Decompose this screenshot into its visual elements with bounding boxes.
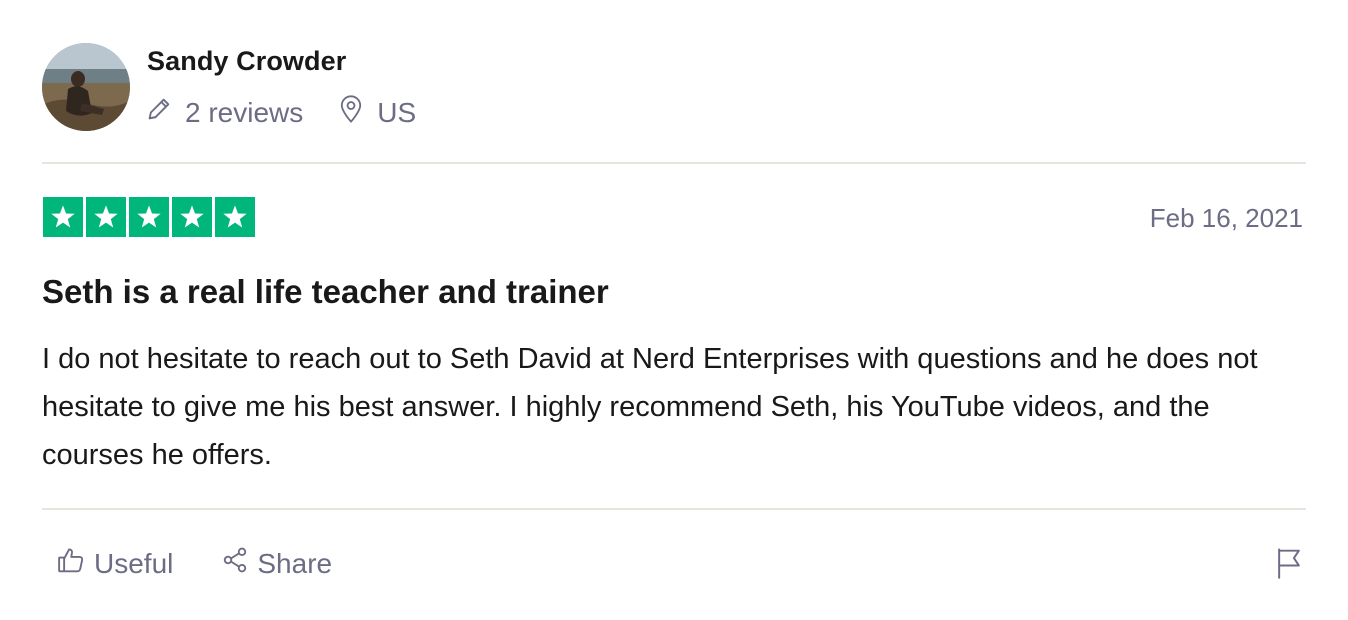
useful-label: Useful (94, 547, 174, 579)
share-label: Share (257, 547, 333, 579)
review-card: Sandy Crowder 2 reviews US Feb 16, 2021 … (0, 0, 1348, 620)
report-button[interactable] (1274, 547, 1304, 584)
reviewer-name[interactable]: Sandy Crowder (147, 46, 346, 77)
avatar[interactable] (42, 43, 130, 131)
star-icon (43, 197, 83, 237)
star-icon (129, 197, 169, 237)
reviews-count: 2 reviews (145, 95, 303, 130)
review-date: Feb 16, 2021 (1149, 203, 1303, 233)
share-icon (221, 546, 257, 581)
star-icon (86, 197, 126, 237)
reviewer-location: US (337, 94, 416, 131)
map-pin-icon (337, 94, 377, 131)
flag-icon (1274, 548, 1304, 583)
star-rating (43, 197, 255, 237)
divider (42, 162, 1306, 164)
useful-button[interactable]: Useful (56, 545, 173, 582)
review-title[interactable]: Seth is a real life teacher and trainer (42, 273, 609, 311)
divider (42, 508, 1306, 510)
share-button[interactable]: Share (221, 546, 332, 581)
star-icon (215, 197, 255, 237)
avatar-photo (42, 43, 130, 131)
reviewer-meta: 2 reviews US (145, 94, 416, 131)
review-actions: Useful Share (56, 545, 332, 582)
thumbs-up-icon (56, 545, 94, 582)
review-body: I do not hesitate to reach out to Seth D… (42, 343, 1258, 471)
reviews-count-text: 2 reviews (185, 96, 304, 128)
star-icon (172, 197, 212, 237)
pencil-icon (145, 95, 185, 130)
location-text: US (377, 96, 417, 128)
